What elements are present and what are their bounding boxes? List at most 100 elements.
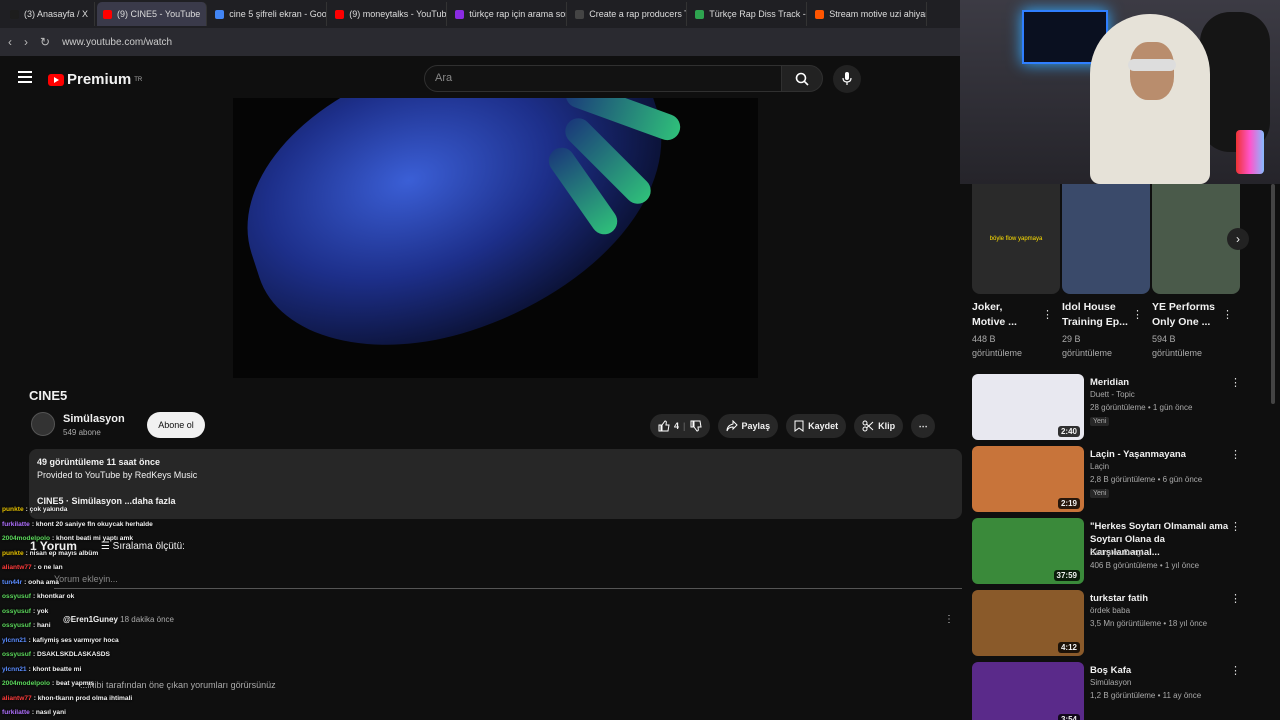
browser-tab[interactable]: Türkçe Rap Diss Track - Ti [689, 2, 808, 26]
chat-username: ylcnn21 [2, 636, 27, 644]
recommended-channel[interactable]: Laçin [1090, 462, 1109, 471]
recommended-thumbnail[interactable]: 2:40 [972, 374, 1084, 440]
comment-more-icon[interactable]: ⋮ [944, 614, 954, 625]
sidebar-scrollbar[interactable] [1271, 184, 1275, 404]
chat-text: : DSAKLSKDLASKASDS [32, 651, 110, 658]
tab-favicon-icon [455, 9, 465, 19]
chat-text: : khont 20 saniye fln okuycak herhalde [31, 520, 153, 528]
screen: (3) Anasayfa / X (9) CINE5 - YouTube cine … [0, 0, 1280, 720]
recommended-video[interactable]: 2:40 Meridian Duett - Topic 28 görüntüleme … [972, 374, 1252, 440]
browser-tab-label: (3) Anasayfa / X [24, 9, 89, 19]
recommended-more-icon[interactable]: ⋮ [1230, 376, 1241, 389]
recommended-more-icon[interactable]: ⋮ [1230, 448, 1241, 461]
tab-favicon-icon [695, 9, 705, 19]
browser-tab[interactable]: Create a rap producers Ti [569, 2, 688, 26]
recommended-channel[interactable]: Duett - Topic [1090, 390, 1135, 399]
recommended-title[interactable]: turkstar fatih [1090, 592, 1230, 605]
microphone-icon [842, 72, 852, 85]
browser-tab[interactable]: (3) Anasayfa / X [4, 2, 96, 26]
browser-tab-label: Stream motive uzi ahiyan [829, 9, 928, 19]
recommended-thumbnail[interactable]: 3:54 [972, 662, 1084, 720]
forward-icon[interactable]: › [24, 35, 28, 49]
search-icon [795, 72, 809, 86]
recommended-thumbnail[interactable]: 4:12 [972, 590, 1084, 656]
short-more-icon[interactable]: ⋮ [1132, 308, 1143, 321]
chat-username: ossyusuf [2, 622, 31, 629]
chat-username: 2004modelpolo [2, 535, 51, 542]
webcam-cup [1236, 130, 1264, 174]
recommended-video[interactable]: 3:54 Boş Kafa Simülasyon 1,2 B görüntüleme … [972, 662, 1252, 720]
stream-chat-overlay: punkte: çok yakında furkilatte : khont 20 … [2, 503, 222, 720]
recommended-title[interactable]: Laçin - Yaşanmayana [1090, 448, 1230, 461]
chat-username: ylcnn21 [2, 665, 27, 673]
short-title[interactable]: Joker, Motive ... [972, 300, 1052, 330]
thumbs-down-icon[interactable] [690, 420, 702, 432]
browser-tab-label: Create a rap producers Ti [589, 9, 688, 19]
short-card[interactable]: YE Performs Only One ... 594 B görüntülem… [1152, 184, 1240, 360]
chat-message: 2004modelpolo: beat yapmış [2, 677, 222, 692]
address-field[interactable]: www.youtube.com/watch [62, 37, 172, 48]
short-thumbnail-text: böyle flow yapmaya [989, 236, 1043, 242]
clip-button[interactable]: Klip [854, 414, 904, 438]
chat-message: aliantw77: o ne lan [2, 561, 222, 576]
recommended-channel[interactable]: ördek baba [1090, 606, 1130, 615]
short-card[interactable]: böyle flow yapmaya Joker, Motive ... 448 B… [972, 184, 1060, 360]
share-button[interactable]: Paylaş [717, 414, 779, 438]
short-thumbnail[interactable]: böyle flow yapmaya [972, 184, 1060, 294]
bookmark-icon [794, 420, 804, 432]
recommended-thumbnail[interactable]: 2:19 [972, 446, 1084, 512]
video-player[interactable] [233, 98, 758, 378]
browser-tab[interactable]: (9) CINE5 - YouTube [97, 2, 208, 26]
recommended-channel[interactable]: Simülasyon [1090, 678, 1131, 687]
short-views: 594 B görüntüleme [1152, 334, 1203, 358]
channel-name[interactable]: Simülasyon [63, 413, 125, 425]
subscribe-button[interactable]: Abone ol [147, 412, 205, 438]
chat-message: punkte: çok yakında [2, 503, 222, 518]
recommended-video[interactable]: 4:12 turkstar fatih ördek baba 3,5 Mn görün… [972, 590, 1252, 656]
browser-tab[interactable]: Stream motive uzi ahiyan [809, 2, 928, 26]
menu-icon[interactable] [18, 71, 32, 83]
chat-text: : nisan ep mayıs albüm [25, 549, 99, 557]
chat-username: furkilatte [2, 709, 30, 716]
shorts-next-button[interactable]: › [1227, 228, 1249, 250]
recommended-channel[interactable]: Socrates Dergi [1090, 548, 1143, 557]
video-title: CINE5 [29, 388, 68, 403]
search-input[interactable]: Ara [424, 65, 782, 92]
recommended-more-icon[interactable]: ⋮ [1230, 592, 1241, 605]
chat-username: 2004modelpolo [2, 680, 51, 687]
recommended-more-icon[interactable]: ⋮ [1230, 520, 1241, 533]
recommended-video[interactable]: 2:19 Laçin - Yaşanmayana Laçin 2,8 B görünt… [972, 446, 1252, 512]
short-more-icon[interactable]: ⋮ [1222, 308, 1233, 321]
browser-tab[interactable]: (9) moneytalks - YouTube [329, 2, 448, 26]
voice-search-button[interactable] [833, 65, 861, 93]
short-title[interactable]: YE Performs Only One ... [1152, 300, 1232, 330]
recommended-title[interactable]: Meridian [1090, 376, 1230, 389]
short-card[interactable]: Idol House Training Ep... 29 B görüntülem… [1062, 184, 1150, 360]
browser-tab[interactable]: türkçe rap için arama sonu [449, 2, 568, 26]
more-actions-button[interactable]: ⋯ [911, 414, 936, 438]
search-button[interactable] [781, 65, 823, 92]
recommended-title[interactable]: Boş Kafa [1090, 664, 1230, 677]
short-more-icon[interactable]: ⋮ [1042, 308, 1053, 321]
back-icon[interactable]: ‹ [8, 35, 12, 49]
short-thumbnail[interactable] [1062, 184, 1150, 294]
recommended-more-icon[interactable]: ⋮ [1230, 664, 1241, 677]
chat-username: tun44r [2, 578, 23, 586]
youtube-logo[interactable]: Premium TR [48, 71, 142, 88]
recommended-video[interactable]: 37:59 "Herkes Soytarı Olmamalı ama Soytar… [972, 518, 1252, 584]
recommended-views: 1,2 B görüntüleme • 11 ay önce [1090, 691, 1202, 700]
tab-favicon-icon [575, 9, 585, 19]
save-button[interactable]: Kaydet [786, 414, 847, 438]
video-actions: 4 | Paylaş Kaydet Klip ⋯ [650, 414, 936, 438]
browser-tab[interactable]: cine 5 şifreli ekran - Goog [209, 2, 328, 26]
short-title[interactable]: Idol House Training Ep... [1062, 300, 1142, 330]
recommended-thumbnail[interactable]: 37:59 [972, 518, 1084, 584]
channel-avatar[interactable] [31, 412, 55, 436]
browser-tab-label: cine 5 şifreli ekran - Goog [229, 9, 328, 19]
chat-message: ylcnn21: khont beatte mi [2, 663, 222, 678]
tab-favicon-icon [335, 9, 345, 19]
streamer-webcam [960, 0, 1280, 184]
like-button[interactable]: 4 | [650, 414, 710, 438]
reload-icon[interactable]: ↻ [40, 35, 50, 49]
chat-username: aliantw77 [2, 564, 32, 571]
